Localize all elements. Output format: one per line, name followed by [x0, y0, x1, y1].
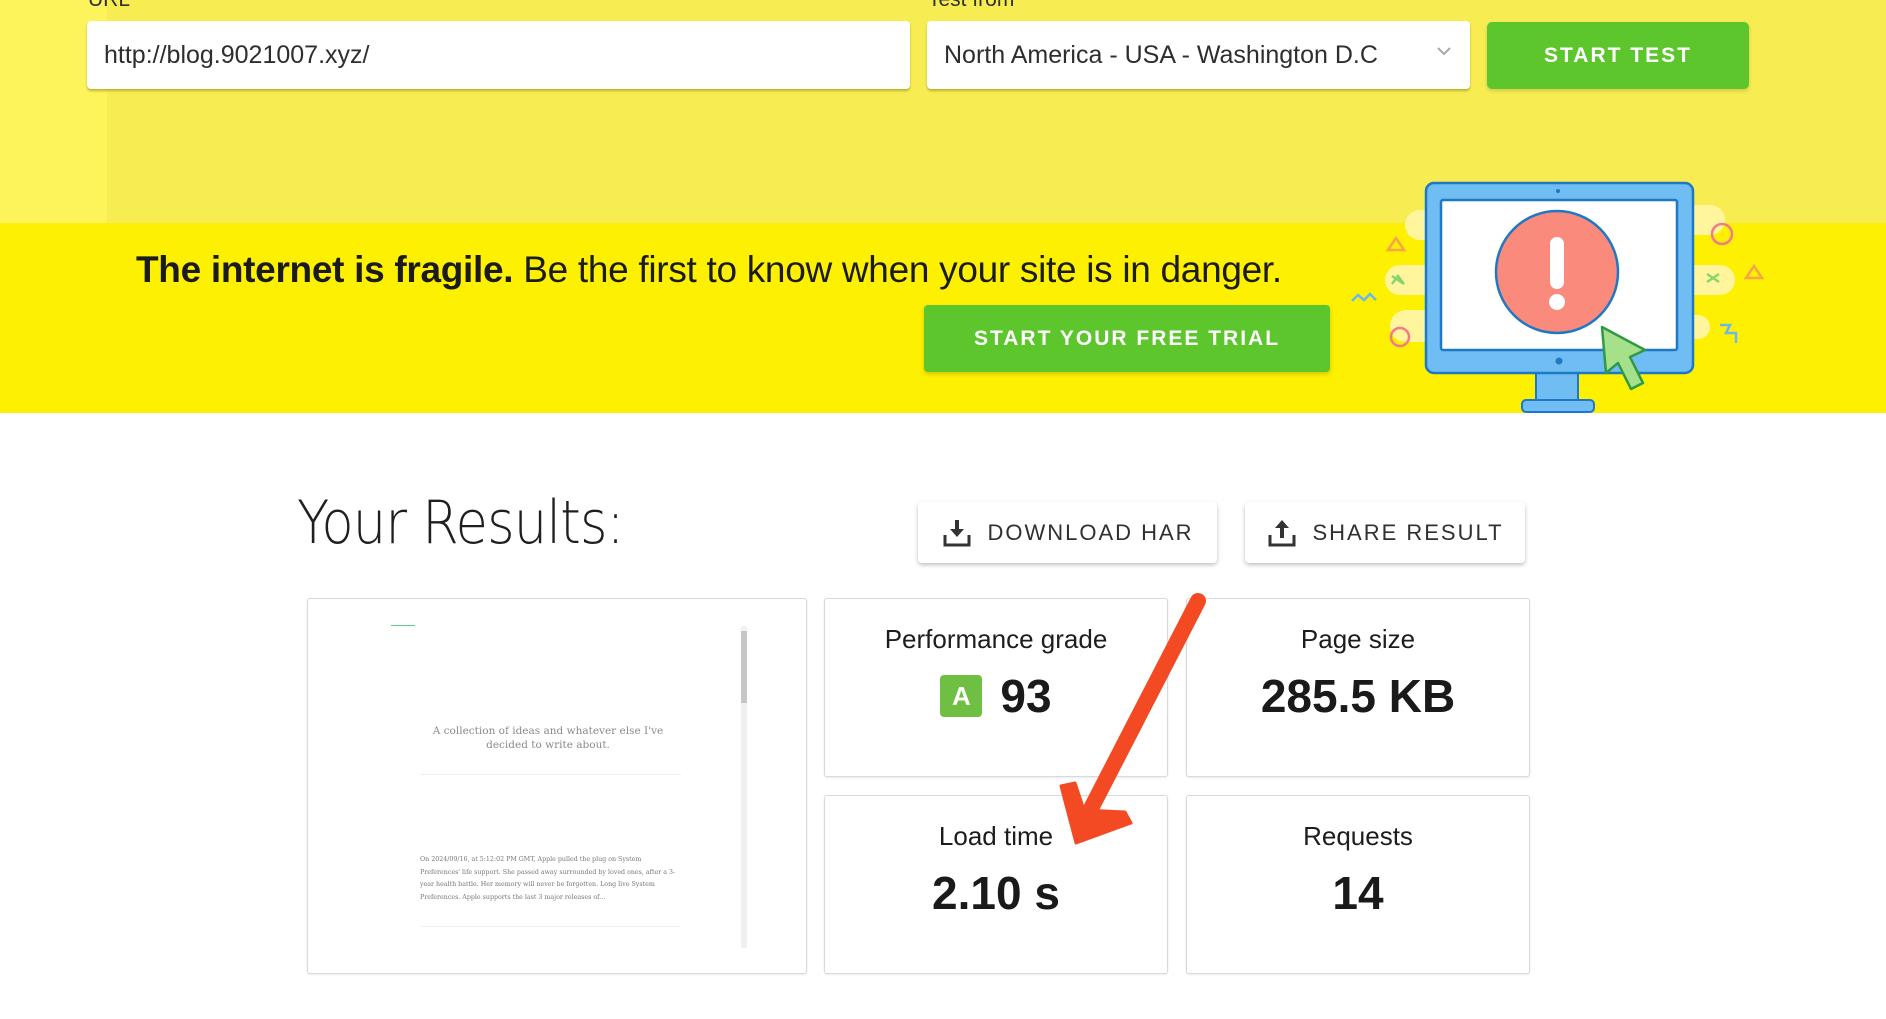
requests-label: Requests: [1303, 821, 1413, 851]
monitor-stand-icon: [1535, 369, 1579, 403]
start-test-button[interactable]: START TEST: [1487, 22, 1749, 89]
preview-tagline: A collection of ideas and whatever else …: [432, 725, 664, 751]
download-icon: [943, 519, 971, 546]
download-har-button[interactable]: DOWNLOAD HAR: [918, 502, 1217, 563]
download-har-label: DOWNLOAD HAR: [987, 519, 1194, 545]
share-result-button[interactable]: SHARE RESULT: [1245, 502, 1525, 563]
performance-grade-value-row: A 93: [825, 669, 1167, 723]
preview-divider: [420, 774, 681, 775]
page-size-label: Page size: [1300, 624, 1416, 654]
page-screenshot-preview: A collection of ideas and whatever else …: [307, 598, 807, 974]
chevron-down-icon: [1437, 47, 1451, 56]
location-selected-value: North America - USA - Washington D.C: [944, 40, 1378, 69]
banner-headline-rest: Be the first to know when your site is i…: [513, 249, 1282, 290]
grade-badge: A: [940, 675, 983, 717]
load-time-card: Load time 2.10 s: [824, 795, 1168, 974]
page-size-card: Page size 285.5 KB: [1186, 598, 1530, 777]
triangle-icon: [1743, 263, 1765, 280]
preview-divider: [420, 926, 681, 927]
performance-grade-label: Performance grade: [884, 624, 1108, 654]
squiggle-icon: [1720, 323, 1738, 343]
banner-headline-bold: The internet is fragile.: [136, 249, 514, 290]
preview-excerpt: On 2024/09/16, at 5:12:02 PM GMT, Apple …: [420, 856, 676, 901]
page-size-value: 285.5 KB: [1260, 670, 1456, 722]
power-dot: [1555, 357, 1563, 365]
preview-scrollbar-thumb: [741, 631, 747, 703]
monitor-base-icon: [1521, 399, 1595, 413]
preview-scrollbar: [741, 626, 747, 948]
url-input[interactable]: [87, 21, 910, 89]
performance-grade-value: 93: [1000, 670, 1052, 722]
exclamation-icon: [1550, 237, 1564, 289]
squiggle-icon: [1351, 292, 1377, 302]
load-time-label: Load time: [938, 821, 1054, 851]
url-label: URL: [88, 0, 130, 12]
triangle-icon: [1385, 235, 1407, 252]
start-free-trial-button[interactable]: START YOUR FREE TRIAL: [924, 305, 1330, 372]
test-location-select[interactable]: North America - USA - Washington D.C: [927, 21, 1470, 89]
results-title: Your Results:: [297, 488, 624, 558]
performance-grade-card: Performance grade A 93: [824, 598, 1168, 777]
exclamation-dot: [1549, 294, 1565, 310]
requests-value: 14: [1332, 867, 1384, 919]
share-icon: [1268, 519, 1296, 546]
load-time-value: 2.10 s: [932, 867, 1060, 919]
monitor-alert-illustration: [1351, 181, 1765, 413]
camera-dot: [1556, 189, 1560, 193]
location-label: Test from: [928, 0, 1014, 12]
preview-accent-line: [391, 625, 415, 626]
banner-headline: The internet is fragile. Be the first to…: [136, 249, 1282, 291]
requests-card: Requests 14: [1186, 795, 1530, 974]
share-result-label: SHARE RESULT: [1312, 519, 1504, 545]
